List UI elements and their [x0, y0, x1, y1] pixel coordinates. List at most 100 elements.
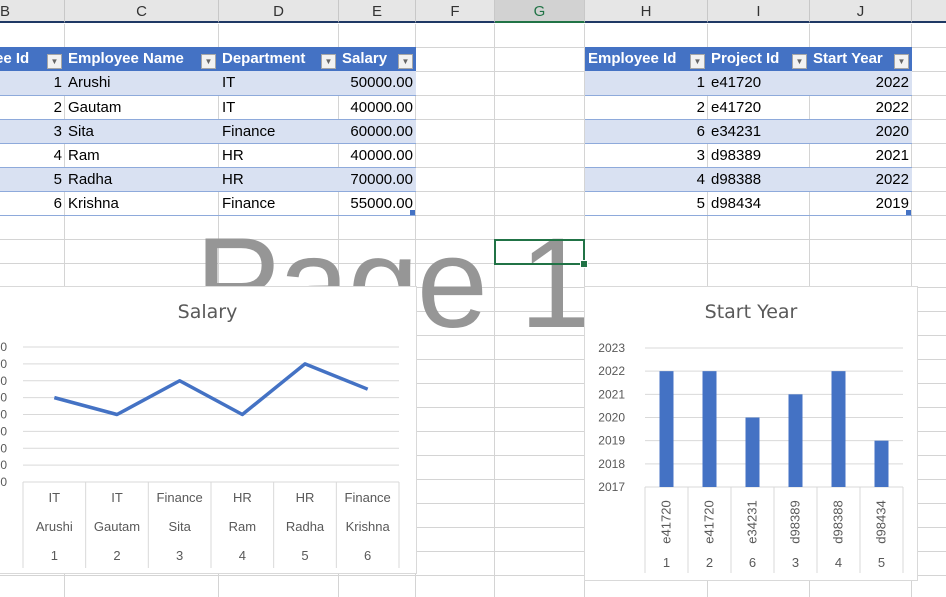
- table-row: 2 Gautam IT 40000.00: [0, 95, 416, 120]
- table-cell[interactable]: 2019: [810, 191, 912, 216]
- table-cell[interactable]: 6: [0, 191, 65, 216]
- table-cell[interactable]: d98389: [708, 143, 810, 168]
- filter-dropdown-icon[interactable]: ▼: [201, 53, 216, 69]
- column-header-f[interactable]: F: [416, 0, 495, 23]
- table-cell[interactable]: 2: [0, 95, 65, 120]
- table-cell[interactable]: 70000.00: [339, 167, 416, 192]
- table-cell[interactable]: 1: [0, 71, 65, 96]
- table-resize-handle[interactable]: [906, 210, 911, 215]
- start-year-bar: [831, 371, 846, 487]
- table-cell[interactable]: 1: [585, 71, 708, 96]
- start-year-bar: [745, 417, 760, 487]
- x-tick-label: IT: [49, 490, 61, 505]
- table-cell[interactable]: 40000.00: [339, 143, 416, 168]
- filter-dropdown-icon[interactable]: ▼: [321, 53, 336, 69]
- x-tick-label: d98388: [831, 500, 846, 543]
- table-cell[interactable]: IT: [219, 95, 339, 120]
- filter-dropdown-icon[interactable]: ▼: [398, 53, 413, 69]
- table-cell[interactable]: 3: [0, 119, 65, 144]
- table-cell[interactable]: Ram: [65, 143, 219, 168]
- table-cell[interactable]: IT: [219, 71, 339, 96]
- x-tick-label: Radha: [286, 519, 325, 534]
- column-header-h[interactable]: H: [585, 0, 708, 23]
- table-cell[interactable]: d98434: [708, 191, 810, 216]
- table-cell[interactable]: 4: [0, 143, 65, 168]
- table-cell[interactable]: e34231: [708, 119, 810, 144]
- start-year-chart-plot: 2023 2022 2021 2020 2019 2018 2017 e41720 1 e4172…: [598, 341, 904, 573]
- table-cell[interactable]: 2022: [810, 95, 912, 120]
- x-tick-label: HR: [296, 490, 315, 505]
- column-header-g[interactable]: G: [495, 0, 585, 23]
- table-cell[interactable]: Finance: [219, 191, 339, 216]
- selected-cell[interactable]: [494, 239, 585, 265]
- table-cell[interactable]: 2: [585, 95, 708, 120]
- table-cell[interactable]: HR: [219, 143, 339, 168]
- filter-dropdown-icon[interactable]: ▼: [792, 53, 807, 69]
- table-cell[interactable]: 50000.00: [339, 71, 416, 96]
- table-cell[interactable]: 2021: [810, 143, 912, 168]
- x-tick-label: e34231: [745, 500, 760, 543]
- y-tick-label: 00: [0, 357, 7, 371]
- header-salary: Salary ▼: [339, 47, 416, 71]
- table-cell[interactable]: 5: [0, 167, 65, 192]
- table-row: 4 d98388 2022: [585, 167, 912, 192]
- x-tick-label: 3: [792, 555, 799, 570]
- filter-dropdown-icon[interactable]: ▼: [690, 53, 705, 69]
- table-cell[interactable]: 40000.00: [339, 95, 416, 120]
- table-resize-handle[interactable]: [410, 210, 415, 215]
- column-header-j[interactable]: J: [810, 0, 912, 23]
- table-cell[interactable]: 2022: [810, 167, 912, 192]
- y-tick-label: 0: [0, 475, 7, 489]
- table-cell[interactable]: e41720: [708, 95, 810, 120]
- table-cell[interactable]: e41720: [708, 71, 810, 96]
- column-header-i[interactable]: I: [708, 0, 810, 23]
- table-row: 1 e41720 2022: [585, 71, 912, 96]
- start-year-chart[interactable]: Start Year 2023 2022 2021 2020 2019 2018 2017 e…: [584, 286, 918, 581]
- table-cell[interactable]: Gautam: [65, 95, 219, 120]
- x-tick-label: 1: [51, 548, 58, 563]
- header-project-id: Project Id ▼: [708, 47, 810, 71]
- header-employee-id: ee Id▼: [0, 47, 65, 71]
- y-tick-label: 00: [0, 374, 7, 388]
- table-cell[interactable]: 2020: [810, 119, 912, 144]
- table-cell[interactable]: Radha: [65, 167, 219, 192]
- filter-dropdown-icon[interactable]: ▼: [47, 53, 62, 69]
- table-cell[interactable]: 2022: [810, 71, 912, 96]
- salary-series-line: [53, 362, 369, 417]
- table-cell[interactable]: 4: [585, 167, 708, 192]
- column-header-d[interactable]: D: [219, 0, 339, 23]
- table-row: 4 Ram HR 40000.00: [0, 143, 416, 168]
- x-tick-label: 6: [364, 548, 371, 563]
- table-cell[interactable]: Krishna: [65, 191, 219, 216]
- table-cell[interactable]: 3: [585, 143, 708, 168]
- table-cell[interactable]: 60000.00: [339, 119, 416, 144]
- table-cell[interactable]: Sita: [65, 119, 219, 144]
- table-cell[interactable]: 5: [585, 191, 708, 216]
- y-tick-label: 00: [0, 391, 7, 405]
- start-year-bar: [659, 371, 674, 487]
- table-cell[interactable]: 55000.00: [339, 191, 416, 216]
- column-header-c[interactable]: C: [65, 0, 219, 23]
- fill-handle[interactable]: [580, 260, 588, 268]
- column-header-b[interactable]: B: [0, 0, 65, 23]
- table-cell[interactable]: Finance: [219, 119, 339, 144]
- x-tick-label: Finance: [157, 490, 203, 505]
- filter-dropdown-icon[interactable]: ▼: [894, 53, 909, 69]
- x-tick-label: 4: [239, 548, 246, 563]
- x-tick-label: Arushi: [36, 519, 73, 534]
- salary-chart[interactable]: Salary 00000000000000000ITArushi1ITGauta…: [0, 286, 417, 574]
- table-cell[interactable]: Arushi: [65, 71, 219, 96]
- table-cell[interactable]: 6: [585, 119, 708, 144]
- y-tick-label: 2023: [598, 341, 625, 355]
- table-cell[interactable]: d98388: [708, 167, 810, 192]
- x-tick-label: HR: [233, 490, 252, 505]
- table-header-row: Employee Id ▼ Project Id ▼ Start Year ▼: [585, 47, 912, 71]
- x-tick-label: e41720: [702, 500, 717, 543]
- x-tick-label: d98434: [874, 500, 889, 543]
- column-header-k[interactable]: [912, 0, 946, 23]
- table-cell[interactable]: HR: [219, 167, 339, 192]
- header-department: Department ▼: [219, 47, 339, 71]
- x-tick-label: 4: [835, 555, 842, 570]
- column-header-e[interactable]: E: [339, 0, 416, 23]
- table-row: 2 e41720 2022: [585, 95, 912, 120]
